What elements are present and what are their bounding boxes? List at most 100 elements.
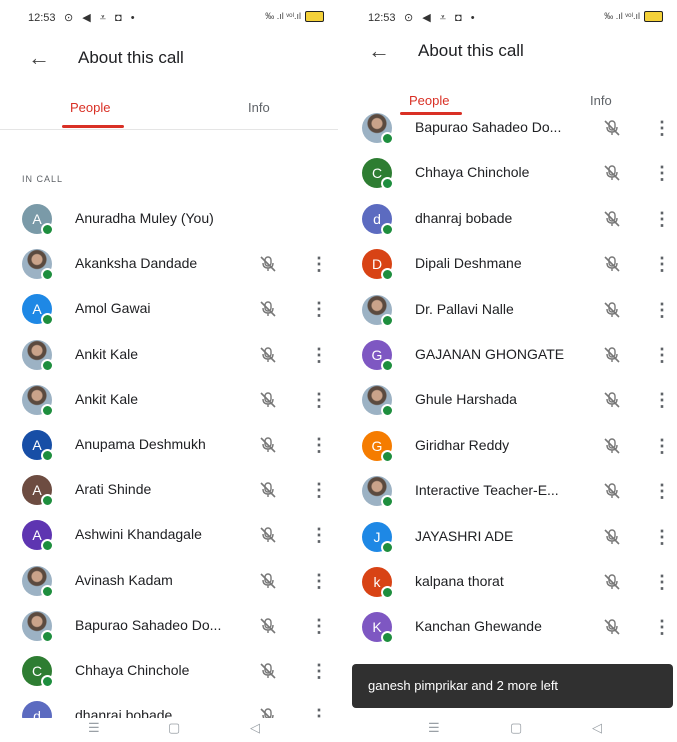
more-options-icon[interactable]: ⋮ bbox=[310, 479, 328, 501]
online-status-icon bbox=[381, 177, 394, 191]
online-status-icon bbox=[41, 449, 54, 462]
online-status-icon bbox=[41, 675, 54, 688]
mic-off-icon bbox=[602, 572, 624, 592]
online-status-icon bbox=[41, 358, 54, 372]
avatar: k bbox=[362, 567, 394, 599]
avatar: A bbox=[22, 475, 54, 508]
participant-row[interactable]: G GAJANAN GHONGATE ⋮ bbox=[340, 333, 677, 378]
participant-row[interactable]: G Giridhar Reddy ⋮ bbox=[340, 424, 677, 469]
participant-row[interactable]: Dr. Pallavi Nalle ⋮ bbox=[340, 288, 677, 333]
more-options-icon[interactable]: ⋮ bbox=[653, 117, 671, 139]
signal-icons: ‰ .ıl ᵛᵒˡ.ıl bbox=[604, 11, 663, 23]
online-status-icon bbox=[381, 313, 394, 327]
participant-row[interactable]: C Chhaya Chinchole ⋮ bbox=[340, 151, 677, 196]
participant-name: Giridhar Reddy bbox=[415, 436, 510, 453]
participant-row[interactable]: A Anupama Deshmukh ⋮ bbox=[0, 423, 338, 468]
avatar-photo bbox=[22, 610, 54, 643]
more-options-icon[interactable]: ⋮ bbox=[653, 571, 671, 593]
tab-people[interactable]: People bbox=[70, 100, 110, 115]
participant-row[interactable]: Bapurao Sahadeo Do... ⋮ bbox=[340, 106, 677, 151]
participant-row[interactable]: K Kanchan Ghewande ⋮ bbox=[340, 605, 677, 650]
online-status-icon bbox=[41, 629, 54, 643]
avatar: J bbox=[362, 521, 394, 554]
more-options-icon[interactable]: ⋮ bbox=[310, 344, 328, 366]
participant-row[interactable]: d dhanraj bobade ⋮ bbox=[340, 197, 677, 242]
tab-info[interactable]: Info bbox=[248, 100, 270, 115]
status-bar: 12:53 ⊙ ◀ ⩡ ◘ • ‰ .ıl ᵛᵒˡ.ıl bbox=[0, 0, 338, 36]
snackbar: ganesh pimprikar and 2 more left bbox=[352, 664, 673, 708]
nav-menu-icon[interactable]: ☰ bbox=[428, 720, 440, 736]
signal-icons: ‰ .ıl ᵛᵒˡ.ıl bbox=[265, 11, 324, 23]
more-options-icon[interactable]: ⋮ bbox=[310, 253, 328, 275]
avatar-photo bbox=[22, 565, 54, 598]
participant-row[interactable]: Ankit Kale ⋮ bbox=[0, 333, 338, 378]
avatar: A bbox=[22, 520, 54, 553]
more-options-icon[interactable]: ⋮ bbox=[310, 298, 328, 320]
more-options-icon[interactable]: ⋮ bbox=[653, 162, 671, 184]
participant-row[interactable]: Bapurao Sahadeo Do... ⋮ bbox=[0, 604, 338, 649]
more-options-icon[interactable]: ⋮ bbox=[310, 389, 328, 411]
right-screen: 12:53 ⊙ ◀ ⩡ ◘ • ‰ .ıl ᵛᵒˡ.ıl ← About thi… bbox=[340, 0, 677, 742]
online-status-icon bbox=[381, 359, 394, 372]
status-bar: 12:53 ⊙ ◀ ⩡ ◘ • ‰ .ıl ᵛᵒˡ.ıl bbox=[340, 0, 677, 36]
participant-name: Interactive Teacher-E... bbox=[415, 482, 559, 499]
more-options-icon[interactable]: ⋮ bbox=[310, 524, 328, 546]
mic-off-icon bbox=[258, 616, 280, 636]
participant-name: Akanksha Dandade bbox=[75, 255, 198, 272]
mic-off-icon bbox=[602, 436, 624, 456]
avatar: C bbox=[362, 158, 394, 191]
back-arrow-icon[interactable]: ← bbox=[368, 39, 390, 63]
more-options-icon[interactable]: ⋮ bbox=[653, 344, 671, 366]
participant-name: Bapurao Sahadeo Do... bbox=[415, 119, 562, 135]
mic-off-icon bbox=[602, 209, 624, 229]
more-options-icon[interactable]: ⋮ bbox=[653, 480, 671, 502]
nav-back-icon[interactable]: ◁ bbox=[250, 720, 260, 736]
nav-home-icon[interactable]: ▢ bbox=[510, 720, 522, 736]
status-time: 12:53 bbox=[28, 12, 56, 24]
more-options-icon[interactable]: ⋮ bbox=[310, 615, 328, 637]
mic-off-icon bbox=[602, 617, 624, 637]
participant-row[interactable]: Ankit Kale ⋮ bbox=[0, 378, 338, 423]
nav-menu-icon[interactable]: ☰ bbox=[88, 720, 100, 736]
participant-name: Dipali Deshmane bbox=[415, 255, 522, 272]
participant-row[interactable]: A Amol Gawai ⋮ bbox=[0, 287, 338, 332]
participant-name: kalpana thorat bbox=[415, 573, 504, 589]
more-options-icon[interactable]: ⋮ bbox=[653, 299, 671, 321]
nav-home-icon[interactable]: ▢ bbox=[168, 720, 180, 736]
participant-row[interactable]: k kalpana thorat ⋮ bbox=[340, 560, 677, 605]
participant-row[interactable]: A Anuradha Muley (You) bbox=[0, 197, 338, 242]
mic-off-icon bbox=[602, 300, 624, 320]
more-options-icon[interactable]: ⋮ bbox=[653, 389, 671, 411]
back-arrow-icon[interactable]: ← bbox=[28, 46, 50, 70]
online-status-icon bbox=[41, 403, 54, 417]
more-options-icon[interactable]: ⋮ bbox=[310, 434, 328, 456]
participant-row[interactable]: Ghule Harshada ⋮ bbox=[340, 378, 677, 423]
more-options-icon[interactable]: ⋮ bbox=[653, 616, 671, 638]
more-options-icon[interactable]: ⋮ bbox=[310, 570, 328, 592]
avatar: D bbox=[362, 249, 394, 282]
mic-off-icon bbox=[258, 480, 280, 500]
more-options-icon[interactable]: ⋮ bbox=[653, 208, 671, 230]
online-status-icon bbox=[41, 494, 54, 508]
avatar: A bbox=[22, 430, 54, 462]
participant-row[interactable]: Interactive Teacher-E... ⋮ bbox=[340, 469, 677, 514]
nav-back-icon[interactable]: ◁ bbox=[592, 720, 602, 736]
avatar-photo bbox=[362, 113, 394, 145]
more-options-icon[interactable]: ⋮ bbox=[310, 660, 328, 682]
participant-row[interactable]: Avinash Kadam ⋮ bbox=[0, 559, 338, 604]
participant-row[interactable]: D Dipali Deshmane ⋮ bbox=[340, 242, 677, 287]
mic-off-icon bbox=[258, 571, 280, 591]
participant-row[interactable]: C Chhaya Chinchole ⋮ bbox=[0, 649, 338, 694]
avatar-photo bbox=[362, 385, 394, 418]
mic-off-icon bbox=[258, 254, 280, 274]
participant-row[interactable]: A Arati Shinde ⋮ bbox=[0, 468, 338, 513]
more-options-icon[interactable]: ⋮ bbox=[653, 253, 671, 275]
online-status-icon bbox=[41, 313, 54, 327]
more-options-icon[interactable]: ⋮ bbox=[653, 435, 671, 457]
participant-row[interactable]: A Ashwini Khandagale ⋮ bbox=[0, 513, 338, 558]
more-options-icon[interactable]: ⋮ bbox=[653, 526, 671, 548]
participant-name: JAYASHRI ADE bbox=[415, 527, 514, 544]
mic-off-icon bbox=[602, 345, 624, 365]
participant-row[interactable]: J JAYASHRI ADE ⋮ bbox=[340, 515, 677, 560]
participant-row[interactable]: Akanksha Dandade ⋮ bbox=[0, 242, 338, 287]
